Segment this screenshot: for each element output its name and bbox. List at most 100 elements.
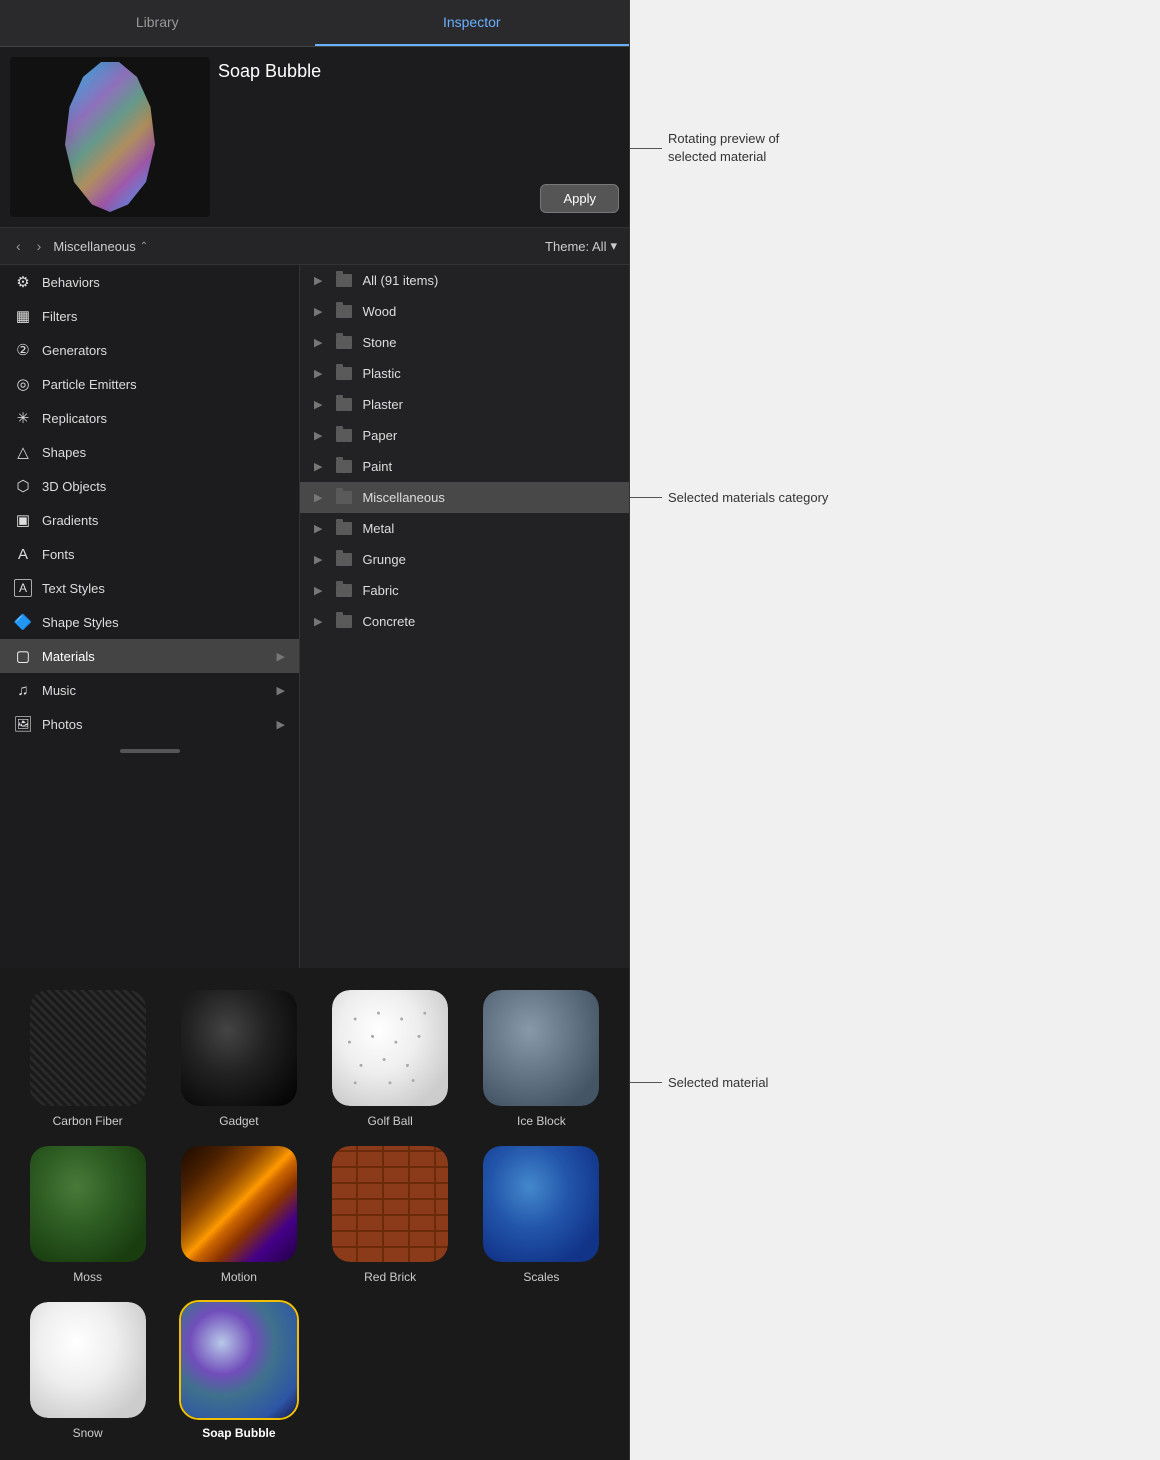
annotation-line-1 (630, 148, 662, 149)
preview-info: Soap Bubble Apply (218, 57, 619, 217)
annotation-rotating-preview: Rotating preview ofselected material (630, 130, 779, 166)
apply-button[interactable]: Apply (540, 184, 619, 213)
cat-arrow-icon: ▶ (314, 367, 322, 380)
sidebar-item-label: Filters (42, 309, 77, 324)
category-item-fabric[interactable]: ▶ Fabric (300, 575, 629, 606)
folder-icon (336, 491, 352, 504)
category-label: Stone (362, 335, 396, 350)
cat-arrow-icon: ▶ (314, 305, 322, 318)
folder-icon (336, 367, 352, 380)
annotation-text-selected-category: Selected materials category (662, 490, 828, 505)
materials-section: Carbon Fiber Gadget Golf Ball (0, 968, 629, 1460)
left-panel: Library Inspector Soap Bubble Apply ‹ › … (0, 0, 630, 1460)
sidebar-item-label: Text Styles (42, 581, 105, 596)
category-item-miscellaneous[interactable]: ▶ Miscellaneous (300, 482, 629, 513)
sidebar-item-label: Gradients (42, 513, 98, 528)
category-label: Paper (362, 428, 397, 443)
sidebar-item-label: Shape Styles (42, 615, 119, 630)
material-item-carbon-fiber[interactable]: Carbon Fiber (16, 984, 159, 1132)
category-item-all[interactable]: ▶ All (91 items) (300, 265, 629, 296)
preview-title: Soap Bubble (218, 61, 619, 82)
material-label-snow: Snow (73, 1426, 103, 1440)
annotation-text-selected-material: Selected material (662, 1075, 768, 1090)
material-item-moss[interactable]: Moss (16, 1140, 159, 1288)
sidebar-item-label: Replicators (42, 411, 107, 426)
nav-bar: ‹ › Miscellaneous ⌃ Theme: All ▾ (0, 228, 629, 265)
nav-forward-arrow[interactable]: › (33, 236, 46, 256)
material-item-red-brick[interactable]: Red Brick (319, 1140, 462, 1288)
soap-bubble-preview (10, 57, 210, 217)
sidebar-item-3d-objects[interactable]: ⬡ 3D Objects (0, 469, 299, 503)
materials-grid: Carbon Fiber Gadget Golf Ball (16, 984, 613, 1444)
main-container: Library Inspector Soap Bubble Apply ‹ › … (0, 0, 1160, 1460)
sidebar-item-materials[interactable]: ▢ Materials ▶ (0, 639, 299, 673)
material-item-soap-bubble[interactable]: Soap Bubble (167, 1296, 310, 1444)
category-label: Metal (362, 521, 394, 536)
category-item-metal[interactable]: ▶ Metal (300, 513, 629, 544)
tab-inspector[interactable]: Inspector (315, 0, 630, 46)
material-label-red-brick: Red Brick (364, 1270, 416, 1284)
soap-bubble-shape (65, 62, 155, 212)
sidebar-item-music[interactable]: ♫ Music ▶ (0, 673, 299, 707)
material-item-golf-ball[interactable]: Golf Ball (319, 984, 462, 1132)
cat-arrow-icon: ▶ (314, 274, 322, 287)
sidebar-item-replicators[interactable]: ✳ Replicators (0, 401, 299, 435)
sidebar-item-photos[interactable]: 🖼 Photos ▶ (0, 707, 299, 741)
sidebar-item-shape-styles[interactable]: 🔷 Shape Styles (0, 605, 299, 639)
material-thumbnail-scales (481, 1144, 601, 1264)
mat-motion-texture (181, 1146, 297, 1262)
sidebar-item-gradients[interactable]: ▣ Gradients (0, 503, 299, 537)
category-item-wood[interactable]: ▶ Wood (300, 296, 629, 327)
category-list: ▶ All (91 items) ▶ Wood ▶ Stone ▶ (300, 265, 629, 968)
sidebar-item-shapes[interactable]: △ Shapes (0, 435, 299, 469)
category-item-paper[interactable]: ▶ Paper (300, 420, 629, 451)
preview-area: Soap Bubble Apply (0, 47, 629, 228)
category-label: Miscellaneous (362, 490, 444, 505)
sidebar-item-fonts[interactable]: A Fonts (0, 537, 299, 571)
sidebar-item-label: 3D Objects (42, 479, 106, 494)
category-item-paint[interactable]: ▶ Paint (300, 451, 629, 482)
mat-carbon-texture (30, 990, 146, 1106)
theme-selector[interactable]: Theme: All ▾ (545, 238, 617, 254)
folder-icon (336, 615, 352, 628)
breadcrumb-text: Miscellaneous (53, 239, 135, 254)
sidebar-item-generators[interactable]: ② Generators (0, 333, 299, 367)
mat-scales-texture (483, 1146, 599, 1262)
material-item-gadget[interactable]: Gadget (167, 984, 310, 1132)
category-label: Wood (362, 304, 396, 319)
material-label-ice-block: Ice Block (517, 1114, 566, 1128)
material-thumbnail-motion (179, 1144, 299, 1264)
sidebar-item-label: Music (42, 683, 76, 698)
material-item-ice-block[interactable]: Ice Block (470, 984, 613, 1132)
material-item-snow[interactable]: Snow (16, 1296, 159, 1444)
cat-arrow-icon: ▶ (314, 460, 322, 473)
cat-arrow-icon: ▶ (314, 615, 322, 628)
sidebar-item-filters[interactable]: ▦ Filters (0, 299, 299, 333)
category-item-stone[interactable]: ▶ Stone (300, 327, 629, 358)
category-item-plastic[interactable]: ▶ Plastic (300, 358, 629, 389)
nav-back-arrow[interactable]: ‹ (12, 236, 25, 256)
sidebar-item-behaviors[interactable]: ⚙ Behaviors (0, 265, 299, 299)
particle-emitters-icon: ◎ (14, 375, 32, 393)
cat-arrow-icon: ▶ (314, 553, 322, 566)
material-item-motion[interactable]: Motion (167, 1140, 310, 1288)
material-thumbnail-ice-block (481, 988, 601, 1108)
3d-objects-icon: ⬡ (14, 477, 32, 495)
category-item-concrete[interactable]: ▶ Concrete (300, 606, 629, 637)
annotation-text-rotating-preview: Rotating preview ofselected material (662, 130, 779, 166)
mat-moss-texture (30, 1146, 146, 1262)
sidebar-item-label: Materials (42, 649, 95, 664)
music-icon: ♫ (14, 681, 32, 699)
cat-arrow-icon: ▶ (314, 584, 322, 597)
material-thumbnail-carbon-fiber (28, 988, 148, 1108)
tab-library[interactable]: Library (0, 0, 315, 46)
category-item-plaster[interactable]: ▶ Plaster (300, 389, 629, 420)
sidebar-item-text-styles[interactable]: A Text Styles (0, 571, 299, 605)
material-item-scales[interactable]: Scales (470, 1140, 613, 1288)
shape-styles-icon: 🔷 (14, 613, 32, 631)
sidebar-item-particle-emitters[interactable]: ◎ Particle Emitters (0, 367, 299, 401)
category-item-grunge[interactable]: ▶ Grunge (300, 544, 629, 575)
sidebar-item-label: Generators (42, 343, 107, 358)
breadcrumb-chevron-icon[interactable]: ⌃ (140, 241, 148, 252)
material-label-soap-bubble: Soap Bubble (202, 1426, 275, 1440)
